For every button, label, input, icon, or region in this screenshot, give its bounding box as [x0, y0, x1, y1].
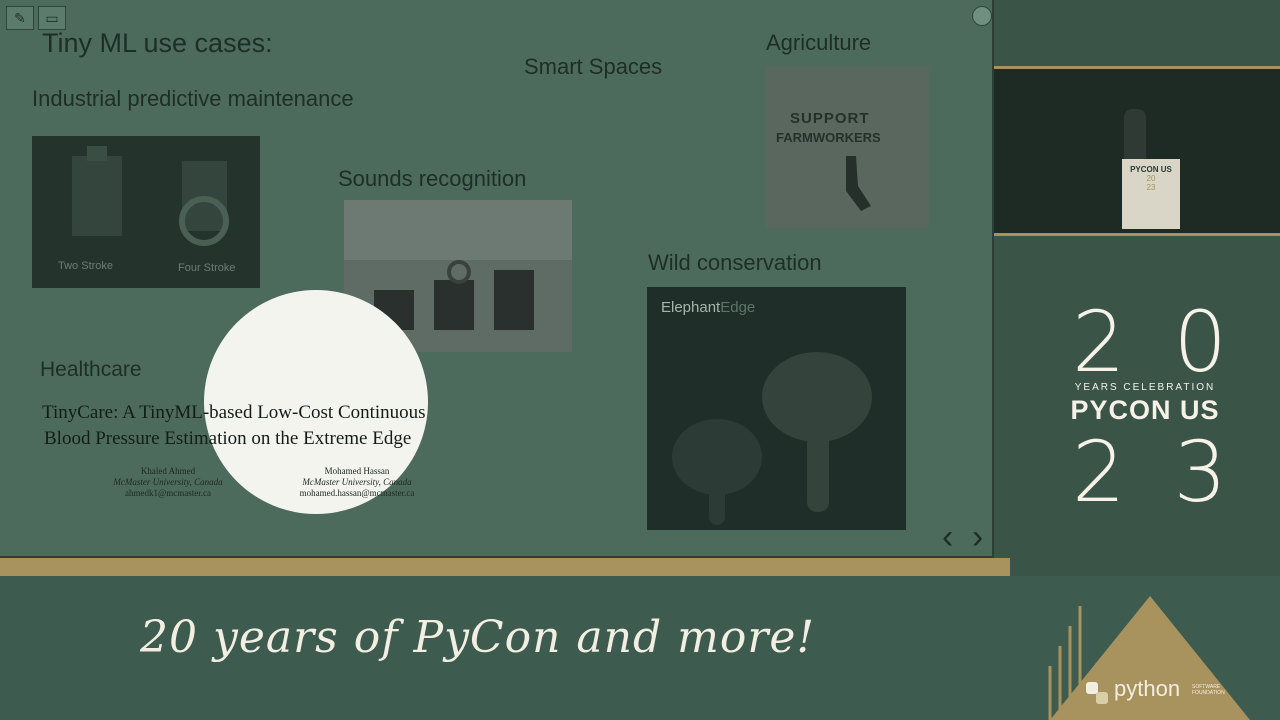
elephant-icon — [672, 352, 872, 525]
celebration-label: YEARS CELEBRATION — [1074, 382, 1216, 393]
slide-title: Tiny ML use cases: — [42, 28, 273, 58]
wild-conservation-heading: Wild conservation — [648, 250, 822, 275]
pycon-logo: 20 YEARS CELEBRATION PYCON US 23 — [1060, 300, 1230, 514]
two-stroke-caption: Two Stroke — [58, 260, 114, 272]
psf-label: SOFTWARE FOUNDATION — [1192, 684, 1225, 696]
elephant-edge-image: ElephantEdge — [647, 287, 906, 530]
author-2-affiliation: McMaster University, Canada — [302, 477, 412, 487]
farmworkers-poster: SUPPORT FARMWORKERS — [766, 66, 929, 228]
brand-part-2: Edge — [720, 299, 756, 316]
smart-spaces-heading: Smart Spaces — [524, 54, 663, 79]
healthcare-heading: Healthcare — [40, 358, 142, 381]
author-1-name: Khaled Ahmed — [140, 466, 196, 476]
four-stroke-caption: Four Stroke — [178, 262, 236, 274]
poster-line-2: FARMWORKERS — [776, 130, 881, 145]
author-1-email: ahmedk1@mcmaster.ca — [124, 488, 211, 498]
industrial-heading: Industrial predictive maintenance — [32, 86, 354, 111]
author-1-affiliation: McMaster University, Canada — [113, 477, 223, 487]
podium-year-top: 20 — [1146, 174, 1156, 183]
sounds-heading: Sounds recognition — [338, 166, 527, 191]
presentation-slide: ✎ ▭ Tiny ML use cases: Industrial predic… — [0, 0, 994, 558]
speaker-camera-feed: PYCON US 20 23 — [994, 66, 1280, 236]
settings-icon[interactable] — [972, 6, 992, 26]
prev-slide-button[interactable]: ‹ — [942, 520, 953, 554]
poster-line-1: SUPPORT — [790, 110, 870, 127]
engine-image: Two Stroke Four Stroke — [32, 136, 260, 288]
speaker-figure — [1124, 109, 1146, 159]
python-logo-icon — [1086, 682, 1108, 704]
podium-year-bottom: 23 — [1146, 183, 1156, 192]
year-bottom: 23 — [1072, 423, 1275, 521]
agriculture-heading: Agriculture — [766, 30, 872, 55]
podium-label: PYCON US — [1130, 165, 1172, 174]
author-2: Mohamed Hassan McMaster University, Cana… — [282, 466, 432, 499]
author-2-name: Mohamed Hassan — [324, 466, 390, 476]
paper-title-line-2: Blood Pressure Estimation on the Extreme… — [44, 428, 412, 449]
frame-icon[interactable]: ▭ — [38, 6, 66, 30]
podium: PYCON US 20 23 — [1122, 159, 1180, 229]
pencil-icon[interactable]: ✎ — [6, 6, 34, 30]
author-1: Khaled Ahmed McMaster University, Canada… — [98, 466, 238, 499]
author-2-email: mohamed.hassan@mcmaster.ca — [299, 488, 415, 498]
gold-divider — [0, 558, 1010, 576]
paper-title-line-1: TinyCare: A TinyML-based Low-Cost Contin… — [42, 402, 426, 423]
next-slide-button[interactable]: › — [972, 520, 983, 554]
hand-icon — [846, 156, 871, 211]
brand-part-1: Elephant — [661, 299, 721, 316]
year-top: 20 — [1072, 293, 1275, 391]
python-wordmark: python — [1114, 676, 1181, 701]
pycon-us-label: PYCON US — [1070, 395, 1220, 425]
elephant-edge-brand: ElephantEdge — [661, 299, 755, 316]
tagline: 20 years of PyCon and more! — [140, 612, 816, 663]
